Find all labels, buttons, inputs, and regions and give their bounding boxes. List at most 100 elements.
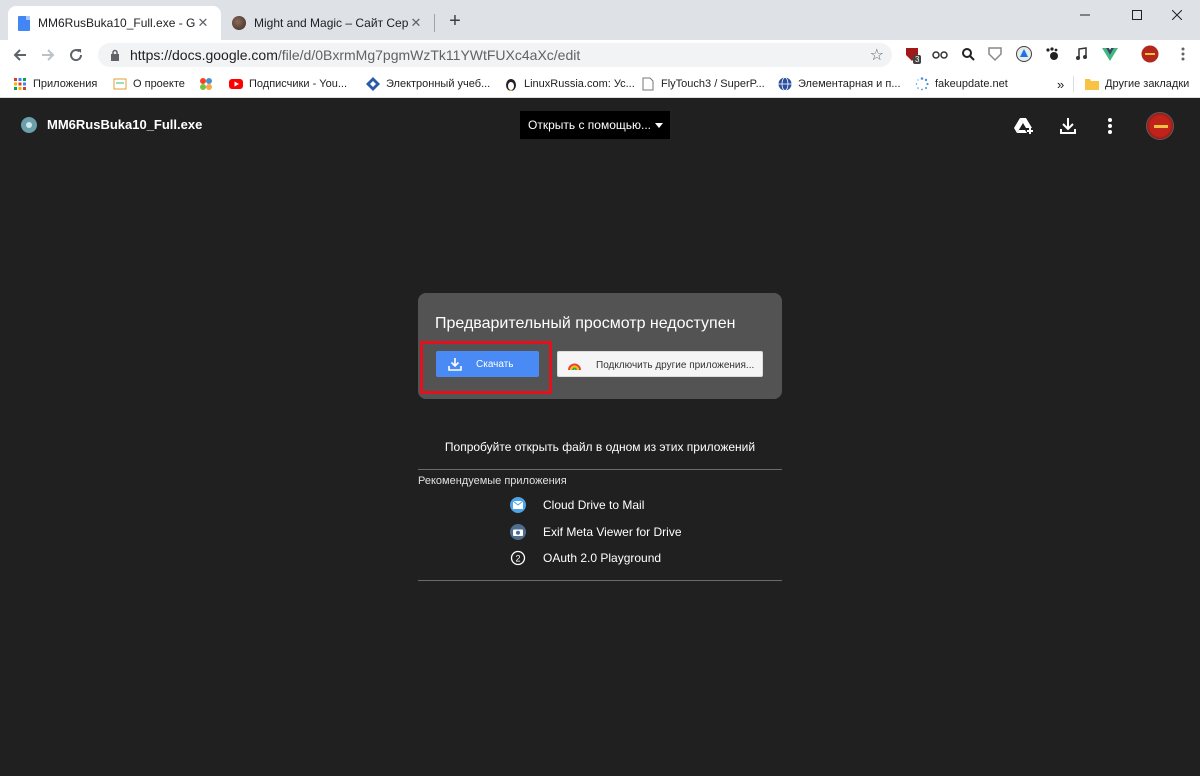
bookmark-label: О проекте	[133, 78, 185, 90]
apps-grid-icon	[13, 77, 27, 91]
bookmark-star-icon[interactable]: ☆	[870, 45, 884, 65]
diamond-icon	[366, 77, 380, 91]
recommended-apps-label: Рекомендуемые приложения	[418, 475, 567, 487]
bookmark-label: Приложения	[33, 78, 98, 90]
browser-menu-button[interactable]	[1174, 45, 1192, 63]
extension-search-icon[interactable]	[959, 45, 977, 63]
footprint-icon	[1046, 47, 1058, 60]
bookmark-fakeupdate[interactable]: fakeupdate.net	[915, 76, 1008, 92]
bookmark-label: fakeupdate.net	[935, 78, 1008, 90]
bookmark-label: LinuxRussia.com: Ус...	[524, 78, 635, 90]
app-item-oauth-playground[interactable]: 2 OAuth 2.0 Playground	[510, 549, 661, 567]
maximize-icon	[1132, 10, 1142, 20]
close-icon	[1172, 10, 1182, 20]
download-icon	[1060, 118, 1076, 134]
shield-outline-icon	[988, 47, 1002, 62]
oauth-icon: 2	[510, 550, 526, 566]
browser-toolbar: https://docs.google.com/file/d/0BxrmMg7p…	[0, 40, 1200, 70]
open-with-label: Открыть с помощью...	[528, 118, 652, 132]
close-tab-icon[interactable]: ✕	[195, 15, 211, 31]
url-host: https://docs.google.com	[130, 47, 278, 63]
download-button-top[interactable]	[1057, 115, 1079, 137]
lock-icon	[111, 49, 119, 61]
bookmark-label: Подписчики - You...	[249, 78, 348, 90]
more-vert-icon	[1108, 118, 1112, 134]
app-item-cloud-drive-to-mail[interactable]: Cloud Drive to Mail	[510, 496, 644, 514]
bookmark-other[interactable]: Другие закладки	[1085, 76, 1189, 92]
reload-button[interactable]	[65, 44, 87, 66]
page-icon	[113, 77, 127, 91]
music-note-icon	[1076, 47, 1087, 60]
tab-separator	[434, 14, 435, 32]
page-icon	[641, 77, 655, 91]
bookmark-elementary[interactable]: Элементарная и п...	[778, 76, 901, 92]
chevron-double-right-icon: »	[1057, 76, 1065, 92]
add-to-drive-button[interactable]	[1014, 115, 1036, 137]
open-with-dropdown[interactable]: Открыть с помощью...	[520, 111, 670, 139]
close-tab-icon[interactable]: ✕	[408, 15, 424, 31]
reload-icon	[70, 49, 83, 62]
avatar[interactable]	[1146, 112, 1174, 140]
bookmark-textbook[interactable]: Электронный учеб...	[366, 76, 490, 92]
app-name: OAuth 2.0 Playground	[543, 551, 662, 565]
connect-apps-button[interactable]: Подключить другие приложения...	[557, 351, 763, 377]
extension-glasses-icon[interactable]	[931, 45, 949, 63]
more-actions-button[interactable]	[1099, 115, 1121, 137]
address-bar[interactable]: https://docs.google.com/file/d/0BxrmMg7p…	[98, 43, 892, 67]
close-window-button[interactable]	[1154, 0, 1200, 30]
glasses-icon	[932, 51, 948, 59]
viewer-header: MM6RusBuka10_Full.exe Открыть с помощью.…	[0, 98, 1200, 154]
svg-text:2: 2	[515, 554, 520, 564]
magnifier-icon	[962, 48, 975, 61]
bookmark-flytouch[interactable]: FlyTouch3 / SuperP...	[641, 76, 765, 92]
try-apps-text: Попробуйте открыть файл в одном из этих …	[444, 440, 756, 454]
tab-title: Might and Magic – Сайт Сергея	[254, 16, 408, 30]
extension-vuejs-icon[interactable]	[1101, 45, 1119, 63]
bookmark-linuxrussia[interactable]: LinuxRussia.com: Ус...	[504, 76, 635, 92]
folder-icon	[1085, 77, 1099, 91]
extension-ublock-icon[interactable]: 3	[903, 45, 922, 64]
divider	[418, 580, 782, 581]
bookmark-label: Элементарная и п...	[798, 78, 901, 90]
new-tab-button[interactable]: +	[446, 11, 464, 31]
avatar-icon	[1141, 45, 1159, 63]
linux-icon	[504, 77, 518, 91]
url-path: /file/d/0BxrmMg7pgmWzTk11YWtFUXc4aXc/edi…	[277, 47, 581, 63]
extension-badge: 3	[913, 55, 922, 64]
bookmark-label: Электронный учеб...	[386, 78, 491, 90]
minimize-icon	[1080, 14, 1090, 16]
bookmarks-divider	[1073, 76, 1074, 92]
forward-button[interactable]	[37, 44, 59, 66]
dialog-title: Предварительный просмотр недоступен	[435, 315, 736, 332]
tab-title: MM6RusBuka10_Full.exe - Google	[38, 16, 195, 30]
extension-drive-icon[interactable]	[1015, 45, 1033, 63]
connect-apps-label: Подключить другие приложения...	[596, 360, 755, 371]
file-type-icon	[21, 117, 37, 133]
youtube-icon	[229, 77, 243, 91]
profile-avatar-toolbar[interactable]	[1141, 45, 1159, 63]
extension-gnome-icon[interactable]	[1043, 45, 1061, 63]
arrow-right-icon	[42, 49, 55, 61]
minimize-button[interactable]	[1062, 0, 1108, 30]
file-name: MM6RusBuka10_Full.exe	[47, 117, 203, 132]
google-docs-icon	[18, 15, 30, 31]
bookmark-joomla[interactable]	[199, 76, 219, 92]
app-name: Exif Meta Viewer for Drive	[543, 525, 682, 539]
mail-icon	[510, 497, 526, 513]
extension-music-icon[interactable]	[1072, 45, 1090, 63]
tab-might-and-magic[interactable]: Might and Magic – Сайт Сергея ✕	[222, 6, 434, 40]
chevron-down-icon	[655, 123, 663, 128]
extension-shield-icon[interactable]	[986, 45, 1004, 63]
app-item-exif-meta-viewer[interactable]: Exif Meta Viewer for Drive	[510, 523, 682, 541]
app-name: Cloud Drive to Mail	[543, 498, 645, 512]
highlight-box	[420, 341, 552, 394]
tab-strip: MM6RusBuka10_Full.exe - Google ✕ Might a…	[0, 0, 1200, 40]
tab-drive-file[interactable]: MM6RusBuka10_Full.exe - Google ✕	[8, 6, 221, 40]
bookmarks-overflow[interactable]: »	[1057, 76, 1064, 92]
bookmark-apps[interactable]: Приложения	[13, 76, 97, 92]
loading-icon	[915, 77, 929, 91]
back-button[interactable]	[9, 44, 31, 66]
bookmark-youtube[interactable]: Подписчики - You...	[229, 76, 347, 92]
bookmark-about[interactable]: О проекте	[113, 76, 185, 92]
bookmarks-bar: Приложения О проекте Подписчики - You...…	[0, 70, 1200, 98]
